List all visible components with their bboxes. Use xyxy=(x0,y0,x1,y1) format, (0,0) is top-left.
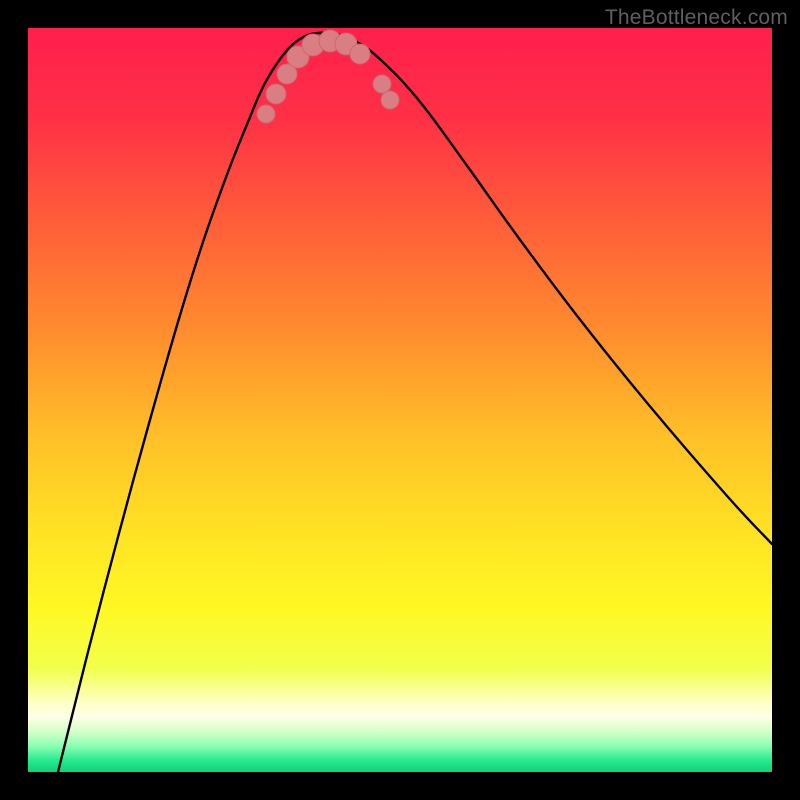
curve-marker xyxy=(257,105,275,123)
outer-frame: TheBottleneck.com xyxy=(0,0,800,800)
plot-area xyxy=(28,28,772,772)
chart-svg xyxy=(28,28,772,772)
curve-marker xyxy=(266,84,286,104)
bottleneck-curve xyxy=(58,33,772,772)
curve-marker xyxy=(381,91,399,109)
curve-markers xyxy=(257,30,399,123)
curve-marker xyxy=(350,44,370,64)
curve-marker xyxy=(373,75,391,93)
watermark-text: TheBottleneck.com xyxy=(605,6,788,30)
